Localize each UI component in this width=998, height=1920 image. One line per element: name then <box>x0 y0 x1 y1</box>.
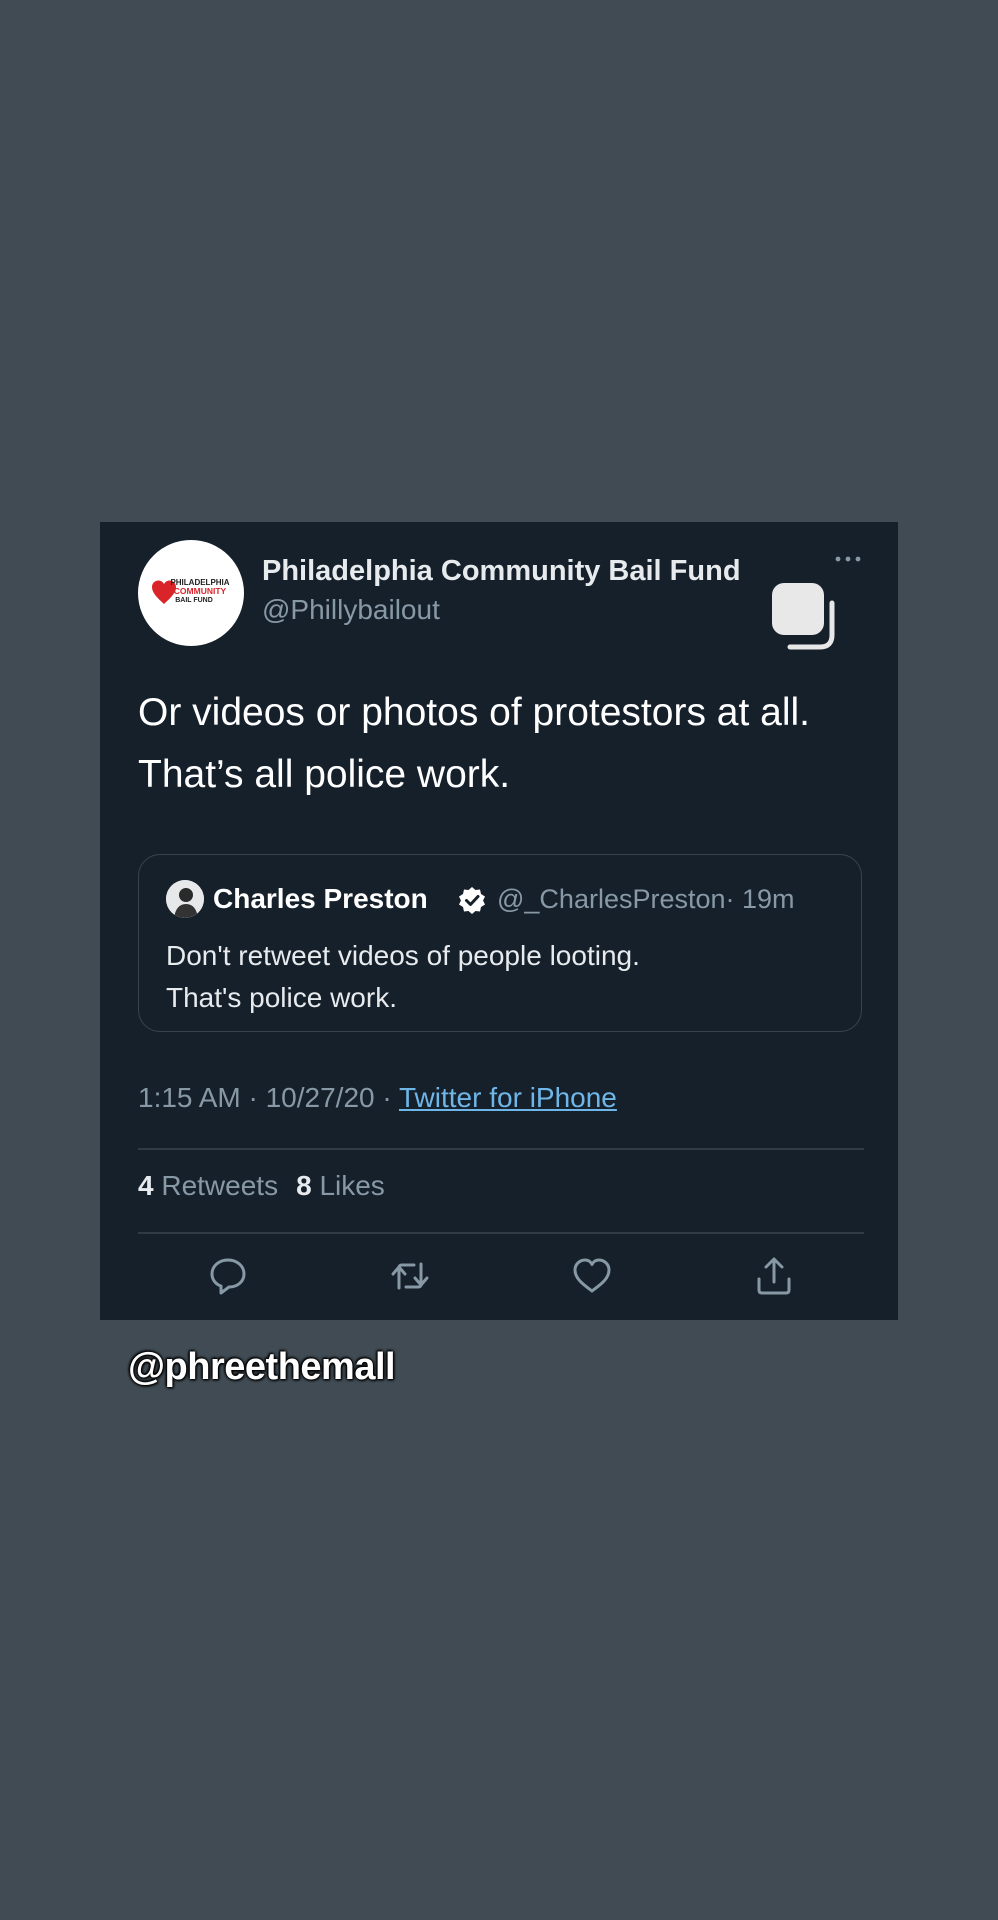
svg-text:COMMUNITY: COMMUNITY <box>174 586 227 596</box>
divider <box>138 1232 864 1234</box>
retweets-label: Retweets <box>161 1170 279 1201</box>
tweet-stats: 4 Retweets 8 Likes <box>138 1170 385 1202</box>
tweet-text-line: That’s all police work. <box>138 753 511 796</box>
quoted-author-name[interactable]: Charles Preston <box>213 883 428 915</box>
quoted-author-handle[interactable]: @_CharlesPreston· 19m <box>497 884 795 915</box>
story-mention-tag[interactable]: @phreethemall <box>128 1346 396 1389</box>
retweet-icon[interactable] <box>388 1254 432 1298</box>
author-name[interactable]: Philadelphia Community Bail Fund <box>262 555 741 588</box>
quoted-time-ago: · 19m <box>725 884 795 914</box>
reply-icon[interactable] <box>206 1254 250 1298</box>
quoted-tweet-text: Don't retweet videos of people looting. … <box>166 935 640 1019</box>
quoted-tweet[interactable]: Charles Preston @_CharlesPreston· 19m Do… <box>138 854 862 1032</box>
share-icon[interactable] <box>752 1254 796 1298</box>
verified-badge-icon <box>457 885 487 915</box>
like-icon[interactable] <box>570 1254 614 1298</box>
svg-text:BAIL FUND: BAIL FUND <box>175 597 213 604</box>
tweet-timestamp: 1:15 AM · 10/27/20 · <box>138 1082 392 1113</box>
tweet-text-line: Or videos or photos of protestors at all… <box>138 691 810 734</box>
likes-count: 8 <box>296 1170 312 1201</box>
likes-stat[interactable]: 8 Likes <box>296 1170 385 1201</box>
quoted-text-line: Don't retweet videos of people looting. <box>166 940 640 971</box>
author-avatar[interactable]: PHILADELPHIA COMMUNITY BAIL FUND <box>138 540 244 646</box>
retweets-stat[interactable]: 4 Retweets <box>138 1170 278 1201</box>
tweet-meta: 1:15 AM · 10/27/20 · Twitter for iPhone <box>138 1082 617 1114</box>
more-options-icon[interactable] <box>830 544 866 574</box>
author-handle[interactable]: @Phillybailout <box>262 594 440 626</box>
tweet-source-link[interactable]: Twitter for iPhone <box>399 1082 617 1113</box>
copy-icon <box>768 577 840 651</box>
quoted-text-line: That's police work. <box>166 982 397 1013</box>
divider <box>138 1148 864 1150</box>
bail-fund-logo: PHILADELPHIA COMMUNITY BAIL FUND <box>152 578 230 604</box>
tweet-card: PHILADELPHIA COMMUNITY BAIL FUND Philade… <box>100 522 898 1320</box>
quoted-author-avatar[interactable] <box>166 880 204 918</box>
quoted-handle-text: @_CharlesPreston <box>497 884 726 914</box>
retweets-count: 4 <box>138 1170 154 1201</box>
tweet-text: Or videos or photos of protestors at all… <box>138 682 878 806</box>
likes-label: Likes <box>319 1170 385 1201</box>
